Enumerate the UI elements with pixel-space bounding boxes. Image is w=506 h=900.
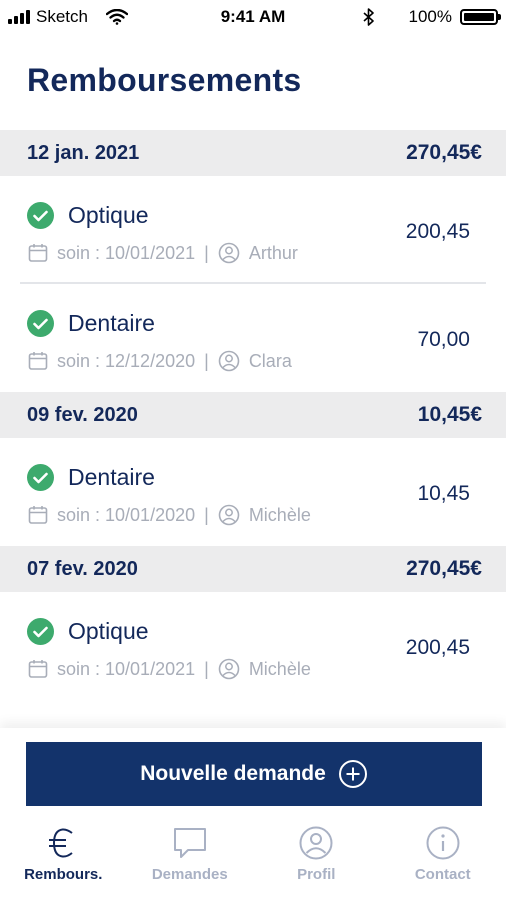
date-group-header: 09 fev. 2020 10,45€: [0, 392, 506, 438]
tab-contact[interactable]: Contact: [380, 826, 506, 886]
tab-bar: Rembours. Demandes Profil Contact: [0, 826, 506, 886]
new-request-button[interactable]: Nouvelle demande: [26, 742, 482, 806]
claim-meta: soin : 10/01/2020 | Michèle: [28, 504, 311, 526]
bluetooth-icon: [362, 8, 374, 26]
check-circle-icon: [27, 310, 54, 337]
tab-label: Demandes: [151, 866, 228, 883]
check-circle-icon: [27, 618, 54, 645]
meta-separator: |: [204, 658, 209, 679]
beneficiary-name: Michèle: [248, 504, 311, 525]
check-circle-icon: [27, 464, 54, 491]
claim-meta: soin : 12/12/2020 | Clara: [28, 350, 292, 372]
tab-label: Profil: [297, 866, 336, 883]
beneficiary-name: Clara: [248, 350, 292, 371]
user-icon: [218, 658, 240, 680]
care-date: soin : 10/01/2021: [57, 242, 196, 263]
user-icon: [218, 504, 240, 526]
tab-profil[interactable]: Profil: [253, 826, 380, 886]
info-icon: [426, 826, 460, 860]
claim-amount: 200,45: [405, 636, 470, 659]
claim-amount: 10,45: [417, 482, 470, 505]
date-group-header: 12 jan. 2021 270,45€: [0, 130, 506, 176]
claim-meta: soin : 10/01/2021 | Arthur: [28, 242, 298, 264]
plus-circle-icon: [338, 760, 367, 788]
claim-title: Dentaire: [68, 464, 155, 490]
tab-label: Rembours.: [24, 866, 103, 883]
calendar-icon: [28, 660, 48, 678]
group-date: 09 fev. 2020: [27, 403, 138, 426]
group-total: 270,45€: [406, 141, 482, 164]
claim-amount: 200,45: [405, 220, 470, 243]
user-icon: [218, 350, 240, 372]
calendar-icon: [28, 506, 48, 524]
euro-icon: [48, 826, 78, 860]
claim-meta: soin : 10/01/2021 | Michèle: [28, 658, 311, 680]
chat-bubble-icon: [173, 826, 207, 860]
claim-row[interactable]: Optique soin : 10/01/2021 | Arthur 200,4…: [0, 176, 506, 284]
page-title: Remboursements: [27, 62, 302, 98]
bottom-area: Nouvelle demande Rembours. Demandes Prof…: [0, 728, 506, 900]
tab-label: Contact: [414, 866, 471, 883]
check-circle-icon: [27, 202, 54, 229]
claim-row[interactable]: Optique soin : 10/01/2021 | Michèle 200,…: [0, 592, 506, 700]
reimbursement-list[interactable]: 12 jan. 2021 270,45€ Optique soin : 10/0…: [0, 130, 506, 700]
date-group-header: 07 fev. 2020 270,45€: [0, 546, 506, 592]
status-bar: Sketch 9:41 AM 100%: [0, 0, 506, 34]
meta-separator: |: [204, 504, 209, 525]
claim-row[interactable]: Dentaire soin : 10/01/2020 | Michèle 10,…: [0, 438, 506, 546]
status-right: 100%: [362, 7, 501, 27]
meta-separator: |: [204, 350, 209, 371]
beneficiary-name: Arthur: [248, 242, 298, 263]
meta-separator: |: [204, 242, 209, 263]
calendar-icon: [28, 352, 48, 370]
tab-remboursements[interactable]: Rembours.: [0, 826, 127, 886]
group-date: 12 jan. 2021: [27, 141, 140, 164]
claim-title: Optique: [68, 202, 149, 228]
group-total: 270,45€: [406, 557, 482, 580]
user-icon: [218, 242, 240, 264]
claim-row[interactable]: Dentaire soin : 12/12/2020 | Clara 70,00: [0, 284, 506, 392]
new-request-label: Nouvelle demande: [140, 762, 326, 785]
battery-icon: [460, 9, 501, 25]
tab-demandes[interactable]: Demandes: [127, 826, 254, 886]
group-total: 10,45€: [417, 403, 482, 426]
calendar-icon: [28, 244, 48, 262]
claim-title: Dentaire: [68, 310, 155, 336]
user-circle-icon: [299, 826, 333, 860]
beneficiary-name: Michèle: [248, 658, 311, 679]
battery-percentage: 100%: [408, 7, 452, 26]
care-date: soin : 10/01/2021: [57, 658, 196, 679]
claim-amount: 70,00: [417, 328, 470, 351]
group-date: 07 fev. 2020: [27, 557, 138, 580]
care-date: soin : 12/12/2020: [57, 350, 196, 371]
care-date: soin : 10/01/2020: [57, 504, 196, 525]
claim-title: Optique: [68, 618, 149, 644]
